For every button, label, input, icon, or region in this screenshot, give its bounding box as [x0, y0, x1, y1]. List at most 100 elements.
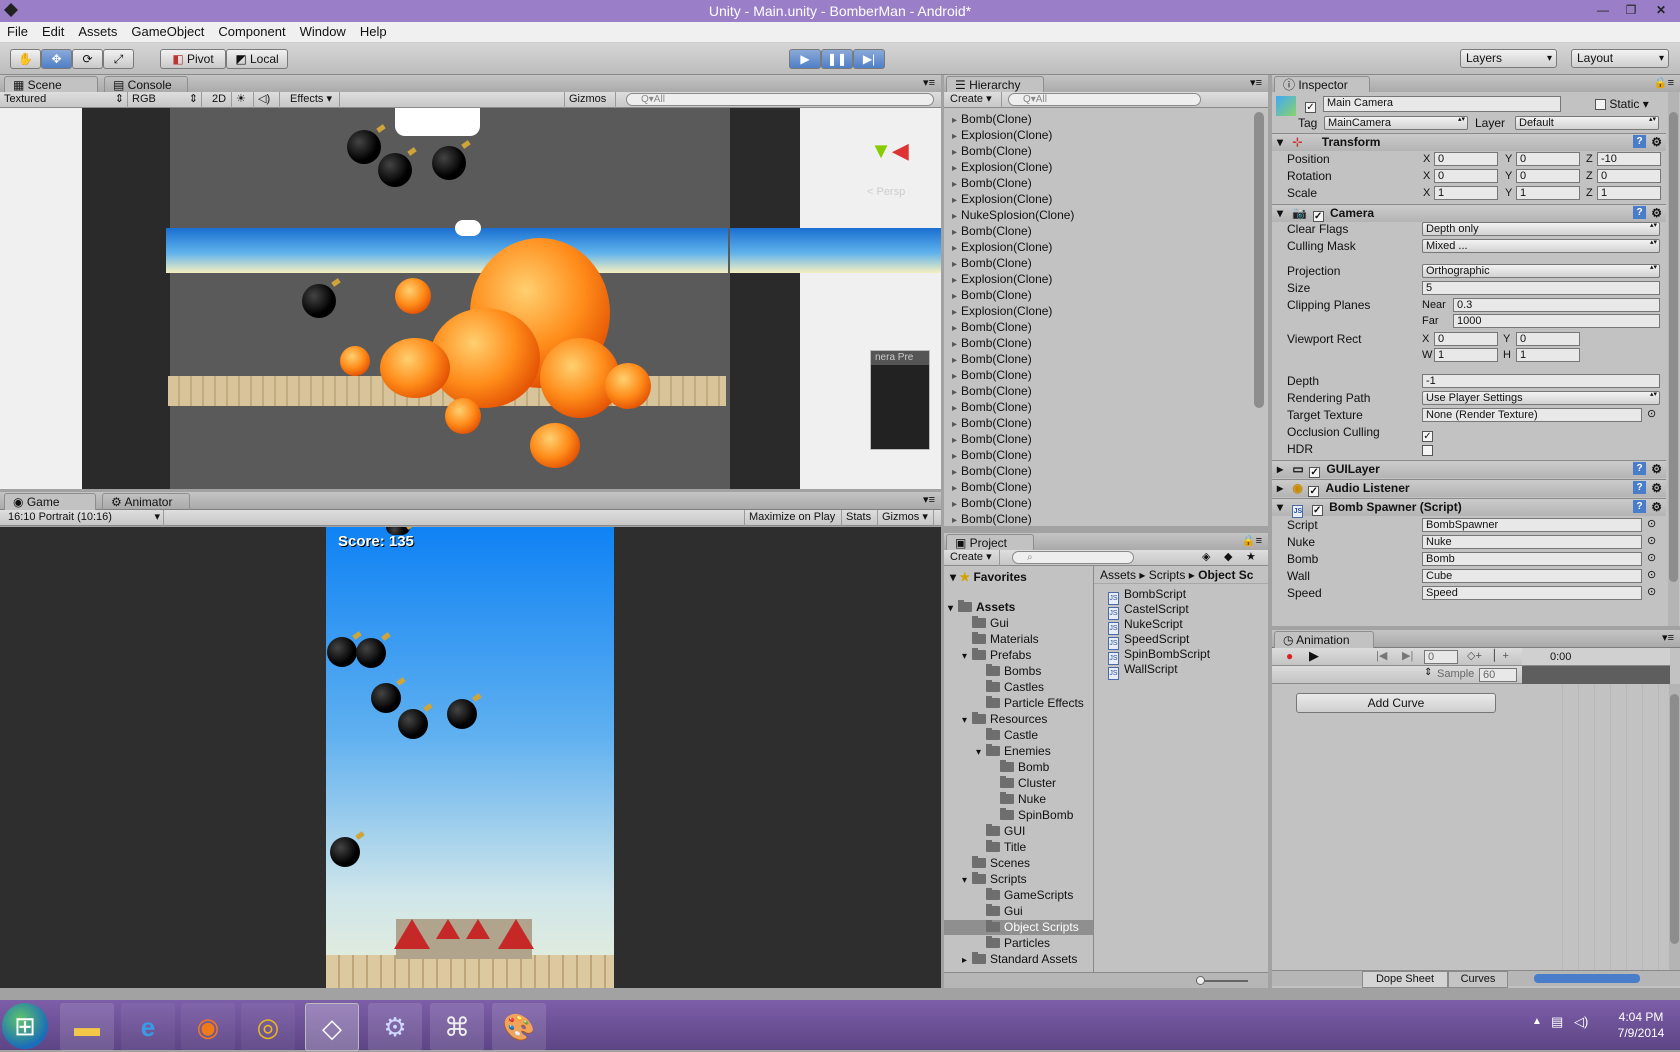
culling-mask-dropdown[interactable]: Mixed ... [1422, 239, 1660, 253]
project-folder-item[interactable]: Scenes [962, 856, 1030, 871]
breadcrumb-assets[interactable]: Assets [1100, 568, 1136, 582]
hierarchy-item[interactable]: Explosion(Clone) [952, 304, 1052, 320]
animation-scrollbar-thumb[interactable] [1670, 694, 1679, 944]
gear-icon[interactable]: ⚙ [1651, 499, 1662, 516]
object-picker-icon[interactable]: ⊙ [1647, 585, 1656, 598]
bomb-spawner-header[interactable]: ▾ JS ✓ Bomb Spawner (Script) ? ⚙ [1272, 498, 1666, 518]
hierarchy-item[interactable]: Bomb(Clone) [952, 480, 1032, 496]
hierarchy-item[interactable]: Bomb(Clone) [952, 224, 1032, 240]
viewport-y-field[interactable]: 0 [1516, 332, 1580, 346]
hierarchy-item[interactable]: Explosion(Clone) [952, 240, 1052, 256]
rotation-y-field[interactable]: 0 [1516, 169, 1580, 183]
help-icon[interactable]: ? [1633, 481, 1646, 494]
hierarchy-item[interactable]: Bomb(Clone) [952, 288, 1032, 304]
minimize-button[interactable]: — [1589, 0, 1617, 20]
project-folder-item[interactable]: Cluster [990, 776, 1056, 791]
foldout-arrow-icon[interactable]: ▾ [962, 649, 972, 664]
menu-help[interactable]: Help [353, 22, 394, 42]
record-icon[interactable]: ● [1286, 649, 1293, 663]
taskbar-clock[interactable]: 4:04 PM 7/9/2014 [1606, 1009, 1676, 1041]
scene-search-input[interactable]: Q▾All [626, 93, 934, 106]
camera-header[interactable]: ▾ 📷 ✓ Camera ? ⚙ [1272, 204, 1666, 222]
move-tool-button[interactable]: ✥ [41, 49, 72, 69]
hierarchy-item[interactable]: Bomb(Clone) [952, 256, 1032, 272]
foldout-arrow-icon[interactable]: ▾ [962, 713, 972, 728]
project-create-dropdown[interactable]: Create ▾ [946, 550, 1000, 566]
tool-taskbar-icon[interactable]: ⌘ [430, 1003, 484, 1051]
rendering-path-dropdown[interactable]: Use Player Settings [1422, 391, 1660, 405]
depth-field[interactable]: -1 [1422, 374, 1660, 388]
near-field[interactable]: 0.3 [1453, 298, 1660, 312]
tag-dropdown[interactable]: MainCamera [1324, 116, 1468, 130]
size-field[interactable]: 5 [1422, 281, 1660, 295]
object-picker-icon[interactable]: ⊙ [1647, 568, 1656, 581]
hierarchy-scrollbar[interactable] [1254, 112, 1264, 408]
filter-by-type-icon[interactable]: ◈ [1202, 550, 1210, 565]
help-icon[interactable]: ? [1633, 206, 1646, 219]
panel-menu-icon[interactable]: ▾≡ [923, 493, 935, 506]
tab-scene[interactable]: ▦ Scene [4, 76, 98, 93]
project-folder-item[interactable]: Castle [976, 728, 1038, 743]
project-folder-item[interactable]: Particle Effects [976, 696, 1084, 711]
static-toggle[interactable]: Static ▾ [1595, 97, 1649, 111]
project-folder-item[interactable]: ▸ Standard Assets [962, 952, 1077, 968]
slider-handle[interactable] [1196, 976, 1205, 985]
rotation-z-field[interactable]: 0 [1597, 169, 1661, 183]
panel-menu-icon[interactable]: ▾≡ [1662, 631, 1674, 644]
hierarchy-item[interactable]: Bomb(Clone) [952, 320, 1032, 336]
inspector-scrollbar-track[interactable] [1668, 92, 1679, 626]
hierarchy-item[interactable]: Bomb(Clone) [952, 432, 1032, 448]
hierarchy-item[interactable]: Bomb(Clone) [952, 368, 1032, 384]
2d-toggle[interactable]: 2D [208, 92, 232, 108]
tray-expand-icon[interactable]: ▲ [1532, 1016, 1542, 1027]
clip-dropdown-icon[interactable]: ⇕ [1424, 667, 1432, 678]
dope-sheet-tab[interactable]: Dope Sheet [1362, 971, 1448, 988]
tab-project[interactable]: ▣ Project [946, 534, 1034, 551]
hierarchy-item[interactable]: Bomb(Clone) [952, 384, 1032, 400]
project-folder-item[interactable]: Nuke [990, 792, 1046, 807]
transform-header[interactable]: ▾ ⊹ Transform ? ⚙ [1272, 133, 1666, 151]
persp-label[interactable]: < Persp [867, 186, 905, 198]
project-search-input[interactable]: ⌕ [1012, 551, 1134, 564]
foldout-arrow-icon[interactable]: ▾ [976, 745, 986, 760]
next-keyframe-icon[interactable]: ▶| [1402, 649, 1413, 662]
previous-keyframe-icon[interactable]: |◀ [1376, 649, 1387, 662]
viewport-x-field[interactable]: 0 [1434, 332, 1498, 346]
foldout-arrow-icon[interactable]: ▾ [948, 601, 958, 616]
scale-tool-button[interactable]: ⤢ [103, 49, 134, 69]
panel-menu-icon[interactable]: 🔒≡ [1654, 76, 1674, 89]
layer-dropdown[interactable]: Default [1515, 116, 1659, 130]
shading-dropdown[interactable]: Textured ⇕ [0, 92, 128, 108]
viewport-h-field[interactable]: 1 [1516, 348, 1580, 362]
hierarchy-item[interactable]: Bomb(Clone) [952, 496, 1032, 512]
hierarchy-item[interactable]: Bomb(Clone) [952, 464, 1032, 480]
inspector-scrollbar-thumb[interactable] [1669, 112, 1678, 582]
menu-file[interactable]: File [0, 22, 35, 42]
project-folder-item[interactable]: ▾ Prefabs [962, 648, 1031, 664]
menu-window[interactable]: Window [293, 22, 353, 42]
hierarchy-create-dropdown[interactable]: Create ▾ [946, 92, 1002, 108]
project-folder-item[interactable]: ▾ Enemies [976, 744, 1051, 760]
gear-icon[interactable]: ⚙ [1651, 134, 1662, 151]
script-file-item[interactable]: JS WallScript [1108, 662, 1178, 680]
project-folder-item[interactable]: Title [976, 840, 1026, 855]
audio-toggle[interactable]: ◁) [254, 92, 280, 108]
spawner-object-field[interactable]: BombSpawner [1422, 518, 1642, 532]
scale-x-field[interactable]: 1 [1434, 186, 1498, 200]
hierarchy-item[interactable]: Bomb(Clone) [952, 336, 1032, 352]
network-icon[interactable]: ▤ [1551, 1014, 1563, 1030]
local-toggle[interactable]: ◩ Local [226, 49, 288, 69]
rotate-tool-button[interactable]: ⟳ [72, 49, 103, 69]
hierarchy-item[interactable]: Explosion(Clone) [952, 128, 1052, 144]
project-folder-item[interactable]: SpinBomb [990, 808, 1073, 823]
gizmos-dropdown[interactable]: Gizmos ▾ [564, 92, 616, 120]
project-folder-item[interactable]: Materials [962, 632, 1039, 647]
gear-icon[interactable]: ⚙ [1651, 480, 1662, 497]
hierarchy-item[interactable]: Bomb(Clone) [952, 400, 1032, 416]
clear-flags-dropdown[interactable]: Depth only [1422, 222, 1660, 236]
paint-taskbar-icon[interactable]: 🎨 [492, 1003, 546, 1051]
spawner-object-field[interactable]: Bomb [1422, 552, 1642, 566]
effects-dropdown[interactable]: Effects ▾ [286, 92, 340, 108]
project-folder-item[interactable]: Castles [976, 680, 1044, 695]
project-folder-item[interactable]: GUI [976, 824, 1025, 839]
